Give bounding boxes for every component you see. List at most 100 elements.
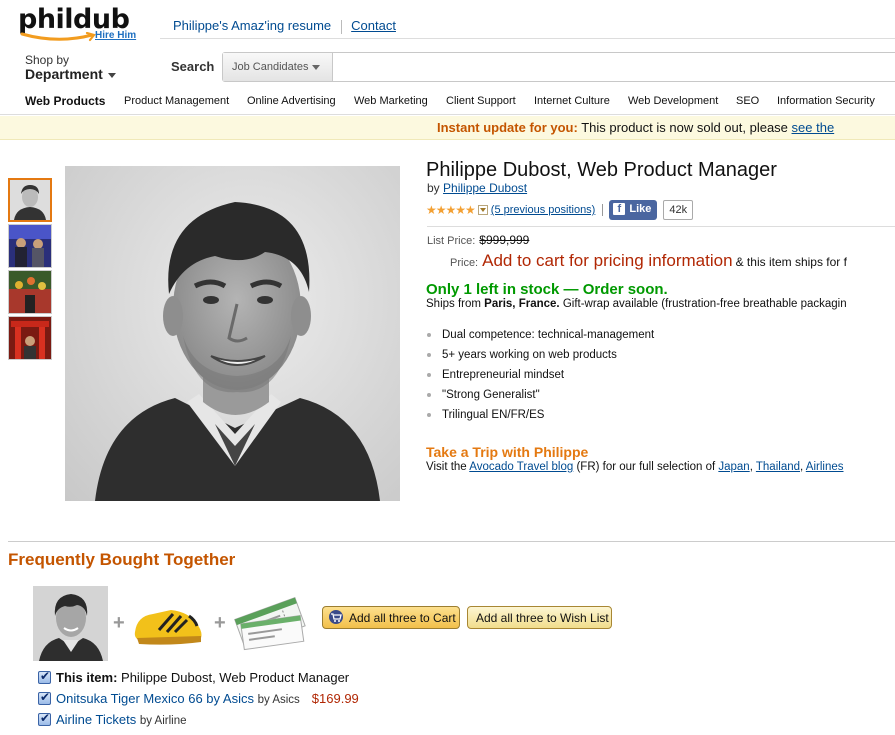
- bullet-icon: [427, 412, 431, 417]
- cart-icon: [329, 610, 343, 624]
- fbt-item-tickets[interactable]: [232, 586, 307, 661]
- search-category-dropdown[interactable]: Job Candidates: [223, 53, 333, 81]
- top-links: Philippe's Amaz'ing resume Contact: [173, 18, 396, 34]
- resume-link[interactable]: Philippe's Amaz'ing resume: [173, 18, 331, 33]
- chevron-down-icon[interactable]: [477, 205, 488, 215]
- item2-price: $169.99: [311, 691, 359, 706]
- fbt-heading: Frequently Bought Together: [8, 550, 236, 569]
- fbt-item-list: This item: Philippe Dubost, Web Product …: [38, 669, 359, 733]
- shipping-note: & this item ships for f: [735, 255, 847, 269]
- travel-blog-link[interactable]: Avocado Travel blog: [469, 461, 573, 473]
- banner-text: This product is now sold out, please: [581, 120, 788, 135]
- department-label: Department: [25, 66, 103, 82]
- list-item: Entrepreneurial mindset: [426, 369, 654, 389]
- list-item: Trilingual EN/FR/ES: [426, 409, 654, 429]
- airline-tickets-image: [234, 596, 306, 651]
- list-item: Airline Tickets by Airline: [38, 711, 359, 733]
- search-category-value: Job Candidates: [232, 61, 309, 73]
- feature-bullets: Dual competence: technical-management 5+…: [426, 329, 654, 429]
- bullet-text: Entrepreneurial mindset: [442, 369, 565, 381]
- nav-item-web-marketing[interactable]: Web Marketing: [354, 95, 428, 107]
- search-input[interactable]: Job Candidates: [222, 52, 895, 82]
- this-item-label: This item:: [56, 670, 118, 685]
- bullet-text: Trilingual EN/FR/ES: [442, 409, 545, 421]
- nav-item-product-management[interactable]: Product Management: [124, 95, 229, 107]
- thumbnail-portrait[interactable]: [8, 178, 52, 222]
- product-byline: by Philippe Dubost: [427, 181, 527, 195]
- star-rating-icon[interactable]: ★★★★★: [426, 203, 476, 217]
- nav-item-online-advertising[interactable]: Online Advertising: [247, 95, 336, 107]
- airlines-link[interactable]: Airlines: [806, 461, 844, 473]
- list-price-row: List Price: $999,999: [427, 233, 529, 247]
- facebook-like-button[interactable]: f Like: [609, 200, 658, 220]
- add-all-to-cart-button[interactable]: Add all three to Cart: [322, 606, 460, 629]
- item1-checkbox[interactable]: [38, 669, 51, 684]
- nav-item-seo[interactable]: SEO: [736, 95, 759, 107]
- main-product-photo[interactable]: [65, 166, 400, 501]
- list-price-label: List Price:: [427, 235, 476, 247]
- divider: [602, 204, 604, 216]
- item2-brand: by Asics: [257, 694, 300, 706]
- like-label: Like: [629, 203, 652, 215]
- thumbnail-festival[interactable]: [8, 270, 52, 314]
- item1-title: Philippe Dubost, Web Product Manager: [121, 670, 350, 685]
- trip-text-a: Visit the: [426, 461, 467, 473]
- thumbnail-list: [8, 178, 52, 362]
- nav-item-internet-culture[interactable]: Internet Culture: [534, 95, 610, 107]
- logo-hire-link[interactable]: Hire Him: [95, 30, 136, 41]
- item2-link[interactable]: Onitsuka Tiger Mexico 66 by Asics: [56, 691, 254, 706]
- search-label: Search: [171, 59, 215, 74]
- price-value: Add to cart for pricing information: [482, 251, 733, 270]
- nav-item-information-security[interactable]: Information Security: [777, 95, 875, 107]
- fbt-item-shoe[interactable]: [131, 586, 206, 661]
- chevron-down-icon: [107, 72, 116, 78]
- list-item: 5+ years working on web products: [426, 349, 654, 369]
- list-item: This item: Philippe Dubost, Web Product …: [38, 669, 359, 691]
- item3-link[interactable]: Airline Tickets: [56, 712, 136, 727]
- list-item: "Strong Generalist": [426, 389, 654, 409]
- chevron-down-icon: [312, 64, 321, 70]
- temple-thumb-image: [9, 317, 51, 359]
- facebook-icon: f: [613, 203, 626, 215]
- instant-update-banner: Instant update for you: This product is …: [0, 116, 895, 140]
- nav-item-client-support[interactable]: Client Support: [446, 95, 516, 107]
- japan-link[interactable]: Japan: [718, 461, 749, 473]
- category-nav: Web Products Product Management Online A…: [0, 89, 895, 115]
- thailand-link[interactable]: Thailand: [756, 461, 800, 473]
- portrait-small-image: [33, 586, 108, 661]
- section-divider: [8, 541, 895, 542]
- portrait-thumb-image: [10, 180, 50, 220]
- banner-link[interactable]: see the: [792, 120, 835, 135]
- plus-icon: +: [113, 612, 125, 634]
- bullet-icon: [427, 332, 431, 337]
- rating-row: ★★★★★ (5 previous positions) f Like 42k: [426, 200, 694, 220]
- price-row: Price: Add to cart for pricing informatio…: [450, 251, 847, 271]
- contact-link[interactable]: Contact: [351, 18, 396, 33]
- bullet-text: 5+ years working on web products: [442, 349, 617, 361]
- bullet-icon: [427, 392, 431, 397]
- festival-thumb-image: [9, 271, 51, 313]
- banner-title: Instant update for you:: [437, 120, 578, 135]
- fbt-item-portrait[interactable]: [33, 586, 108, 661]
- trip-text: Visit the Avocado Travel blog (FR) for o…: [426, 461, 844, 473]
- by-label: by: [427, 181, 440, 195]
- thumbnail-stage[interactable]: [8, 224, 52, 268]
- author-link[interactable]: Philippe Dubost: [443, 181, 527, 195]
- ships-from-line: Ships from Paris, France. Gift-wrap avai…: [426, 298, 847, 310]
- stage-thumb-image: [9, 225, 51, 267]
- bullet-icon: [427, 352, 431, 357]
- portrait-image: [95, 202, 380, 501]
- reviews-link[interactable]: (5 previous positions): [491, 204, 596, 216]
- site-logo[interactable]: phildub Hire Him: [18, 4, 143, 44]
- shop-by-label: Shop by: [25, 53, 70, 67]
- item3-checkbox[interactable]: [38, 711, 51, 726]
- add-all-to-wishlist-button[interactable]: Add all three to Wish List: [467, 606, 612, 629]
- nav-item-web-development[interactable]: Web Development: [628, 95, 718, 107]
- shop-by-department-button[interactable]: Shop by Department: [25, 53, 116, 81]
- item2-checkbox[interactable]: [38, 690, 51, 705]
- gift-wrap-note: Gift-wrap available (frustration-free br…: [562, 298, 847, 310]
- header-line: [160, 38, 895, 39]
- bullet-text: Dual competence: technical-management: [442, 329, 655, 341]
- nav-item-web-products[interactable]: Web Products: [25, 94, 105, 108]
- thumbnail-temple[interactable]: [8, 316, 52, 360]
